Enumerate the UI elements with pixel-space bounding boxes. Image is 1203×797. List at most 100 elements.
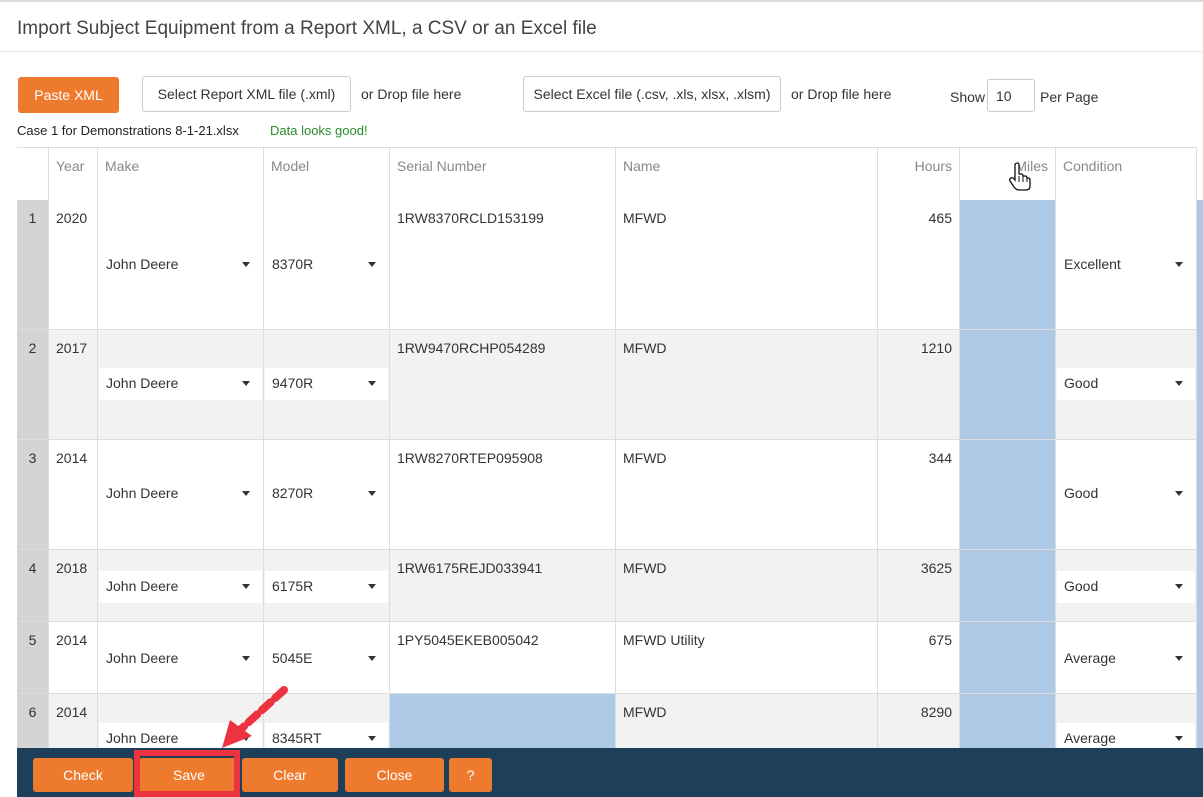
condition-select[interactable]: Excellent [1057,249,1195,281]
serial-cell[interactable]: 1RW8270RTEP095908 [390,440,616,549]
dropdown-caret-icon [1175,584,1183,589]
condition-value: Average [1064,730,1116,746]
row-number: 1 [17,200,49,329]
hours-cell[interactable]: 3625 [878,550,960,621]
miles-cell-empty[interactable] [960,440,1056,549]
file-name: Case 1 for Demonstrations 8-1-21.xlsx [17,123,239,138]
name-cell[interactable]: MFWD [616,200,878,329]
dialog-title: Import Subject Equipment from a Report X… [17,18,597,39]
condition-cell: Good [1056,550,1197,621]
header-year[interactable]: Year [49,148,98,200]
dropdown-caret-icon [242,262,250,267]
header-hours[interactable]: Hours [878,148,960,200]
make-select[interactable]: John Deere [99,571,262,603]
model-select[interactable]: 6175R [265,571,388,603]
name-cell[interactable]: MFWD [616,550,878,621]
hours-cell[interactable]: 675 [878,622,960,693]
name-cell[interactable]: MFWD [616,440,878,549]
per-page-label: Per Page [1040,89,1099,105]
year-cell[interactable]: 2017 [49,330,98,439]
condition-select[interactable]: Average [1057,723,1195,748]
make-select[interactable]: John Deere [99,643,262,675]
table-row: 1 2020 John Deere 8370R 1RW8370RCLD15319… [17,200,1197,330]
condition-cell: Good [1056,440,1197,549]
header-serial-number[interactable]: Serial Number [390,148,616,200]
name-cell[interactable]: MFWD Utility [616,622,878,693]
serial-cell[interactable]: 1PY5045EKEB005042 [390,622,616,693]
year-cell[interactable]: 2018 [49,550,98,621]
year-cell[interactable]: 2014 [49,440,98,549]
condition-cell: Average [1056,622,1197,693]
paste-xml-button[interactable]: Paste XML [18,77,119,113]
model-select[interactable]: 5045E [265,643,388,675]
make-select[interactable]: John Deere [99,368,262,400]
condition-select[interactable]: Good [1057,478,1195,510]
make-value: John Deere [106,375,179,391]
select-excel-file-button[interactable]: Select Excel file (.csv, .xls, xlsx, .xl… [523,76,781,112]
make-select[interactable]: John Deere [99,249,262,281]
header-name[interactable]: Name [616,148,878,200]
make-value: John Deere [106,485,179,501]
dropdown-caret-icon [242,584,250,589]
row-number: 5 [17,622,49,693]
clear-button[interactable]: Clear [242,758,338,792]
header-condition[interactable]: Condition [1056,148,1197,200]
top-strip [0,0,1203,2]
miles-cell-empty[interactable] [960,694,1056,748]
year-cell[interactable]: 2014 [49,622,98,693]
check-button[interactable]: Check [33,758,133,792]
condition-cell: Good [1056,330,1197,439]
make-cell: John Deere [98,550,264,621]
drop-excel-hint: or Drop file here [791,86,892,102]
model-select[interactable]: 8270R [265,478,388,510]
year-cell[interactable]: 2020 [49,200,98,329]
make-select[interactable]: John Deere [99,478,262,510]
grid-scrollbar[interactable] [1197,200,1203,748]
miles-cell-empty[interactable] [960,330,1056,439]
per-page-input[interactable] [987,79,1035,112]
close-button[interactable]: Close [345,758,444,792]
model-cell: 8270R [264,440,390,549]
miles-cell-empty[interactable] [960,550,1056,621]
dropdown-caret-icon [242,656,250,661]
name-cell[interactable]: MFWD [616,330,878,439]
condition-cell: Excellent [1056,200,1197,329]
select-xml-file-button[interactable]: Select Report XML file (.xml) [142,76,351,112]
make-value: John Deere [106,650,179,666]
hours-cell[interactable]: 344 [878,440,960,549]
year-cell[interactable]: 2014 [49,694,98,748]
pointer-arrow-icon [222,686,288,748]
dropdown-caret-icon [242,491,250,496]
table-row: 2 2017 John Deere 9470R 1RW9470RCHP05428… [17,330,1197,440]
table-row: 3 2014 John Deere 8270R 1RW8270RTEP09590… [17,440,1197,550]
header-make[interactable]: Make [98,148,264,200]
help-button[interactable]: ? [449,758,492,792]
model-select[interactable]: 9470R [265,368,388,400]
model-cell: 6175R [264,550,390,621]
dropdown-caret-icon [368,262,376,267]
make-cell: John Deere [98,440,264,549]
condition-select[interactable]: Average [1057,643,1195,675]
hours-cell[interactable]: 1210 [878,330,960,439]
serial-cell[interactable]: 1RW8370RCLD153199 [390,200,616,329]
model-cell: 5045E [264,622,390,693]
dropdown-caret-icon [368,656,376,661]
dropdown-caret-icon [242,381,250,386]
header-model[interactable]: Model [264,148,390,200]
condition-select[interactable]: Good [1057,571,1195,603]
equipment-grid: Year Make Model Serial Number Name Hours… [17,147,1203,748]
condition-select[interactable]: Good [1057,368,1195,400]
hours-cell[interactable]: 465 [878,200,960,329]
table-row: 5 2014 John Deere 5045E 1PY5045EKEB00504… [17,622,1197,694]
hours-cell[interactable]: 8290 [878,694,960,748]
miles-cell-empty[interactable] [960,622,1056,693]
miles-cell-empty[interactable] [960,200,1056,329]
model-select[interactable]: 8370R [265,249,388,281]
serial-cell[interactable]: 1RW9470RCHP054289 [390,330,616,439]
condition-cell: Average [1056,694,1197,748]
name-cell[interactable]: MFWD [616,694,878,748]
model-value: 8270R [272,485,314,501]
condition-value: Good [1064,578,1099,594]
serial-cell-empty[interactable] [390,694,616,748]
serial-cell[interactable]: 1RW6175REJD033941 [390,550,616,621]
